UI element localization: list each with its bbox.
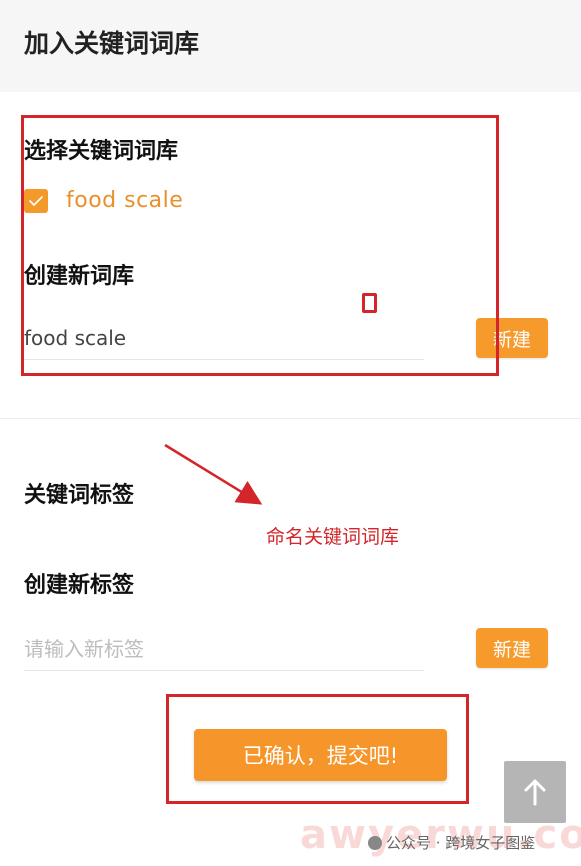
annotation-text: 命名关键词词库: [266, 526, 400, 548]
page-title: 加入关键词词库: [24, 29, 200, 58]
new-tag-button[interactable]: 新建: [476, 628, 548, 668]
section-divider: [0, 418, 581, 419]
wechat-icon: [368, 836, 382, 850]
annotation-box-library: [21, 115, 499, 376]
create-tag-title: 创建新标签: [24, 573, 135, 598]
annotation-box-submit: [166, 694, 469, 804]
annotation-box-small: [362, 293, 377, 313]
page: 加入关键词词库 选择关键词词库 food scale 创建新词库 新建 关键词标…: [0, 0, 581, 866]
account-watermark: 公众号 · 跨境女子图鉴: [368, 832, 535, 853]
watermark-text: 公众号 · 跨境女子图鉴: [386, 834, 536, 852]
header: 加入关键词词库: [0, 0, 581, 92]
tag-name-input[interactable]: [24, 628, 424, 671]
arrow-up-icon: [524, 779, 546, 806]
annotation-arrow: [164, 443, 263, 505]
keyword-tags-title: 关键词标签: [24, 483, 135, 508]
